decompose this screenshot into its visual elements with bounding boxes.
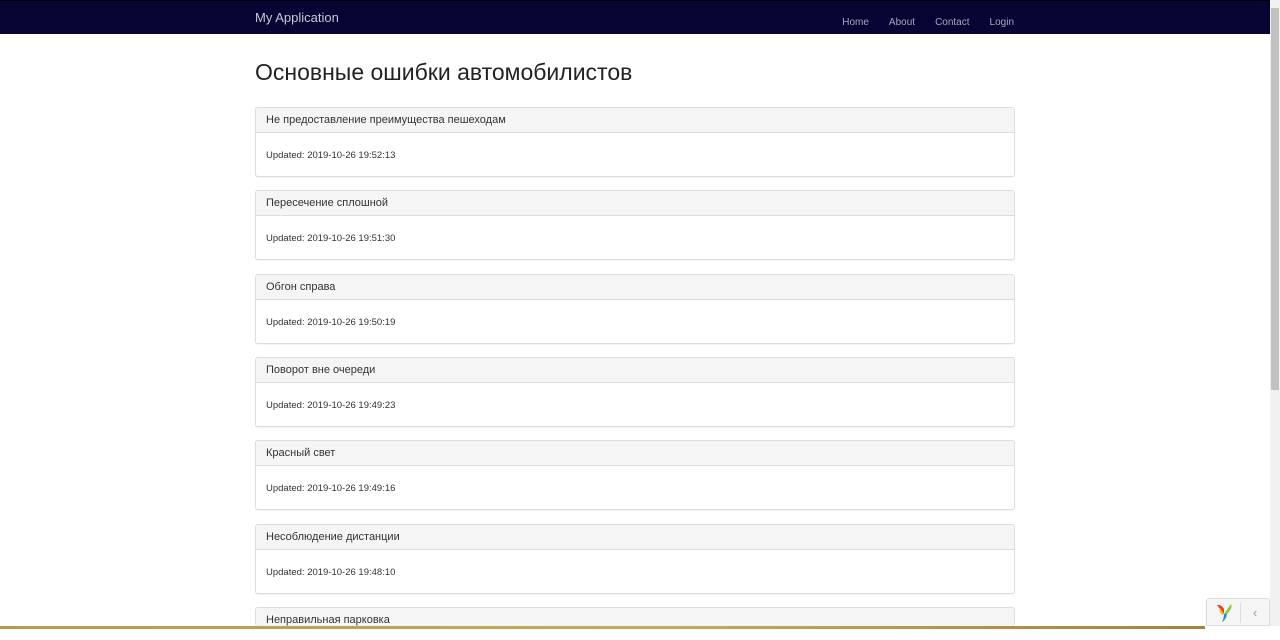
panel-updated-text: Updated: 2019-10-26 19:51:30 — [266, 233, 396, 244]
panel: Пересечение сплошной Updated: 2019-10-26… — [255, 190, 1015, 260]
panel-heading[interactable]: Красный свет — [256, 441, 1014, 466]
nav-link-home[interactable]: Home — [842, 17, 869, 28]
yii-logo-icon[interactable] — [1213, 602, 1235, 624]
panel: Не предоставление преимущества пешеходам… — [255, 107, 1015, 177]
panel-heading[interactable]: Несоблюдение дистанции — [256, 525, 1014, 550]
panel: Несоблюдение дистанции Updated: 2019-10-… — [255, 524, 1015, 594]
nav-menu: Home About Contact Login — [822, 12, 1014, 30]
panel-updated-text: Updated: 2019-10-26 19:50:19 — [266, 317, 396, 328]
nav-item-about: About — [889, 12, 915, 30]
debug-toolbar: ‹ — [1206, 598, 1270, 626]
panel-updated-text: Updated: 2019-10-26 19:49:16 — [266, 483, 396, 494]
nav-item-login: Login — [990, 12, 1014, 30]
panel-updated-text: Updated: 2019-10-26 19:52:13 — [266, 150, 396, 161]
panel-heading[interactable]: Неправильная парковка — [256, 608, 1014, 626]
panel: Обгон справа Updated: 2019-10-26 19:50:1… — [255, 274, 1015, 344]
toolbar-divider — [1240, 603, 1241, 623]
chevron-left-icon[interactable]: ‹ — [1247, 603, 1263, 623]
vertical-scrollbar[interactable] — [1270, 0, 1280, 626]
nav-link-about[interactable]: About — [889, 17, 915, 28]
panel: Красный свет Updated: 2019-10-26 19:49:1… — [255, 440, 1015, 510]
page-title: Основные ошибки автомобилистов — [255, 59, 633, 85]
brand-link[interactable]: My Application — [255, 10, 339, 25]
nav-link-login[interactable]: Login — [990, 17, 1014, 28]
navbar: My Application Home About Contact Login — [0, 0, 1270, 34]
panel-heading[interactable]: Обгон справа — [256, 275, 1014, 300]
nav-link-contact[interactable]: Contact — [935, 17, 969, 28]
nav-item-contact: Contact — [935, 12, 969, 30]
scrollbar-thumb[interactable] — [1271, 8, 1279, 390]
panel-heading[interactable]: Поворот вне очереди — [256, 358, 1014, 383]
panel-heading[interactable]: Пересечение сплошной — [256, 191, 1014, 216]
panel: Неправильная парковка — [255, 607, 1015, 626]
nav-item-home: Home — [842, 12, 869, 30]
panel-heading[interactable]: Не предоставление преимущества пешеходам — [256, 108, 1014, 133]
panel-updated-text: Updated: 2019-10-26 19:49:23 — [266, 400, 396, 411]
bottom-bar — [0, 626, 1280, 640]
panel: Поворот вне очереди Updated: 2019-10-26 … — [255, 357, 1015, 427]
panel-updated-text: Updated: 2019-10-26 19:48:10 — [266, 567, 396, 578]
debug-bar-line — [0, 626, 1205, 629]
